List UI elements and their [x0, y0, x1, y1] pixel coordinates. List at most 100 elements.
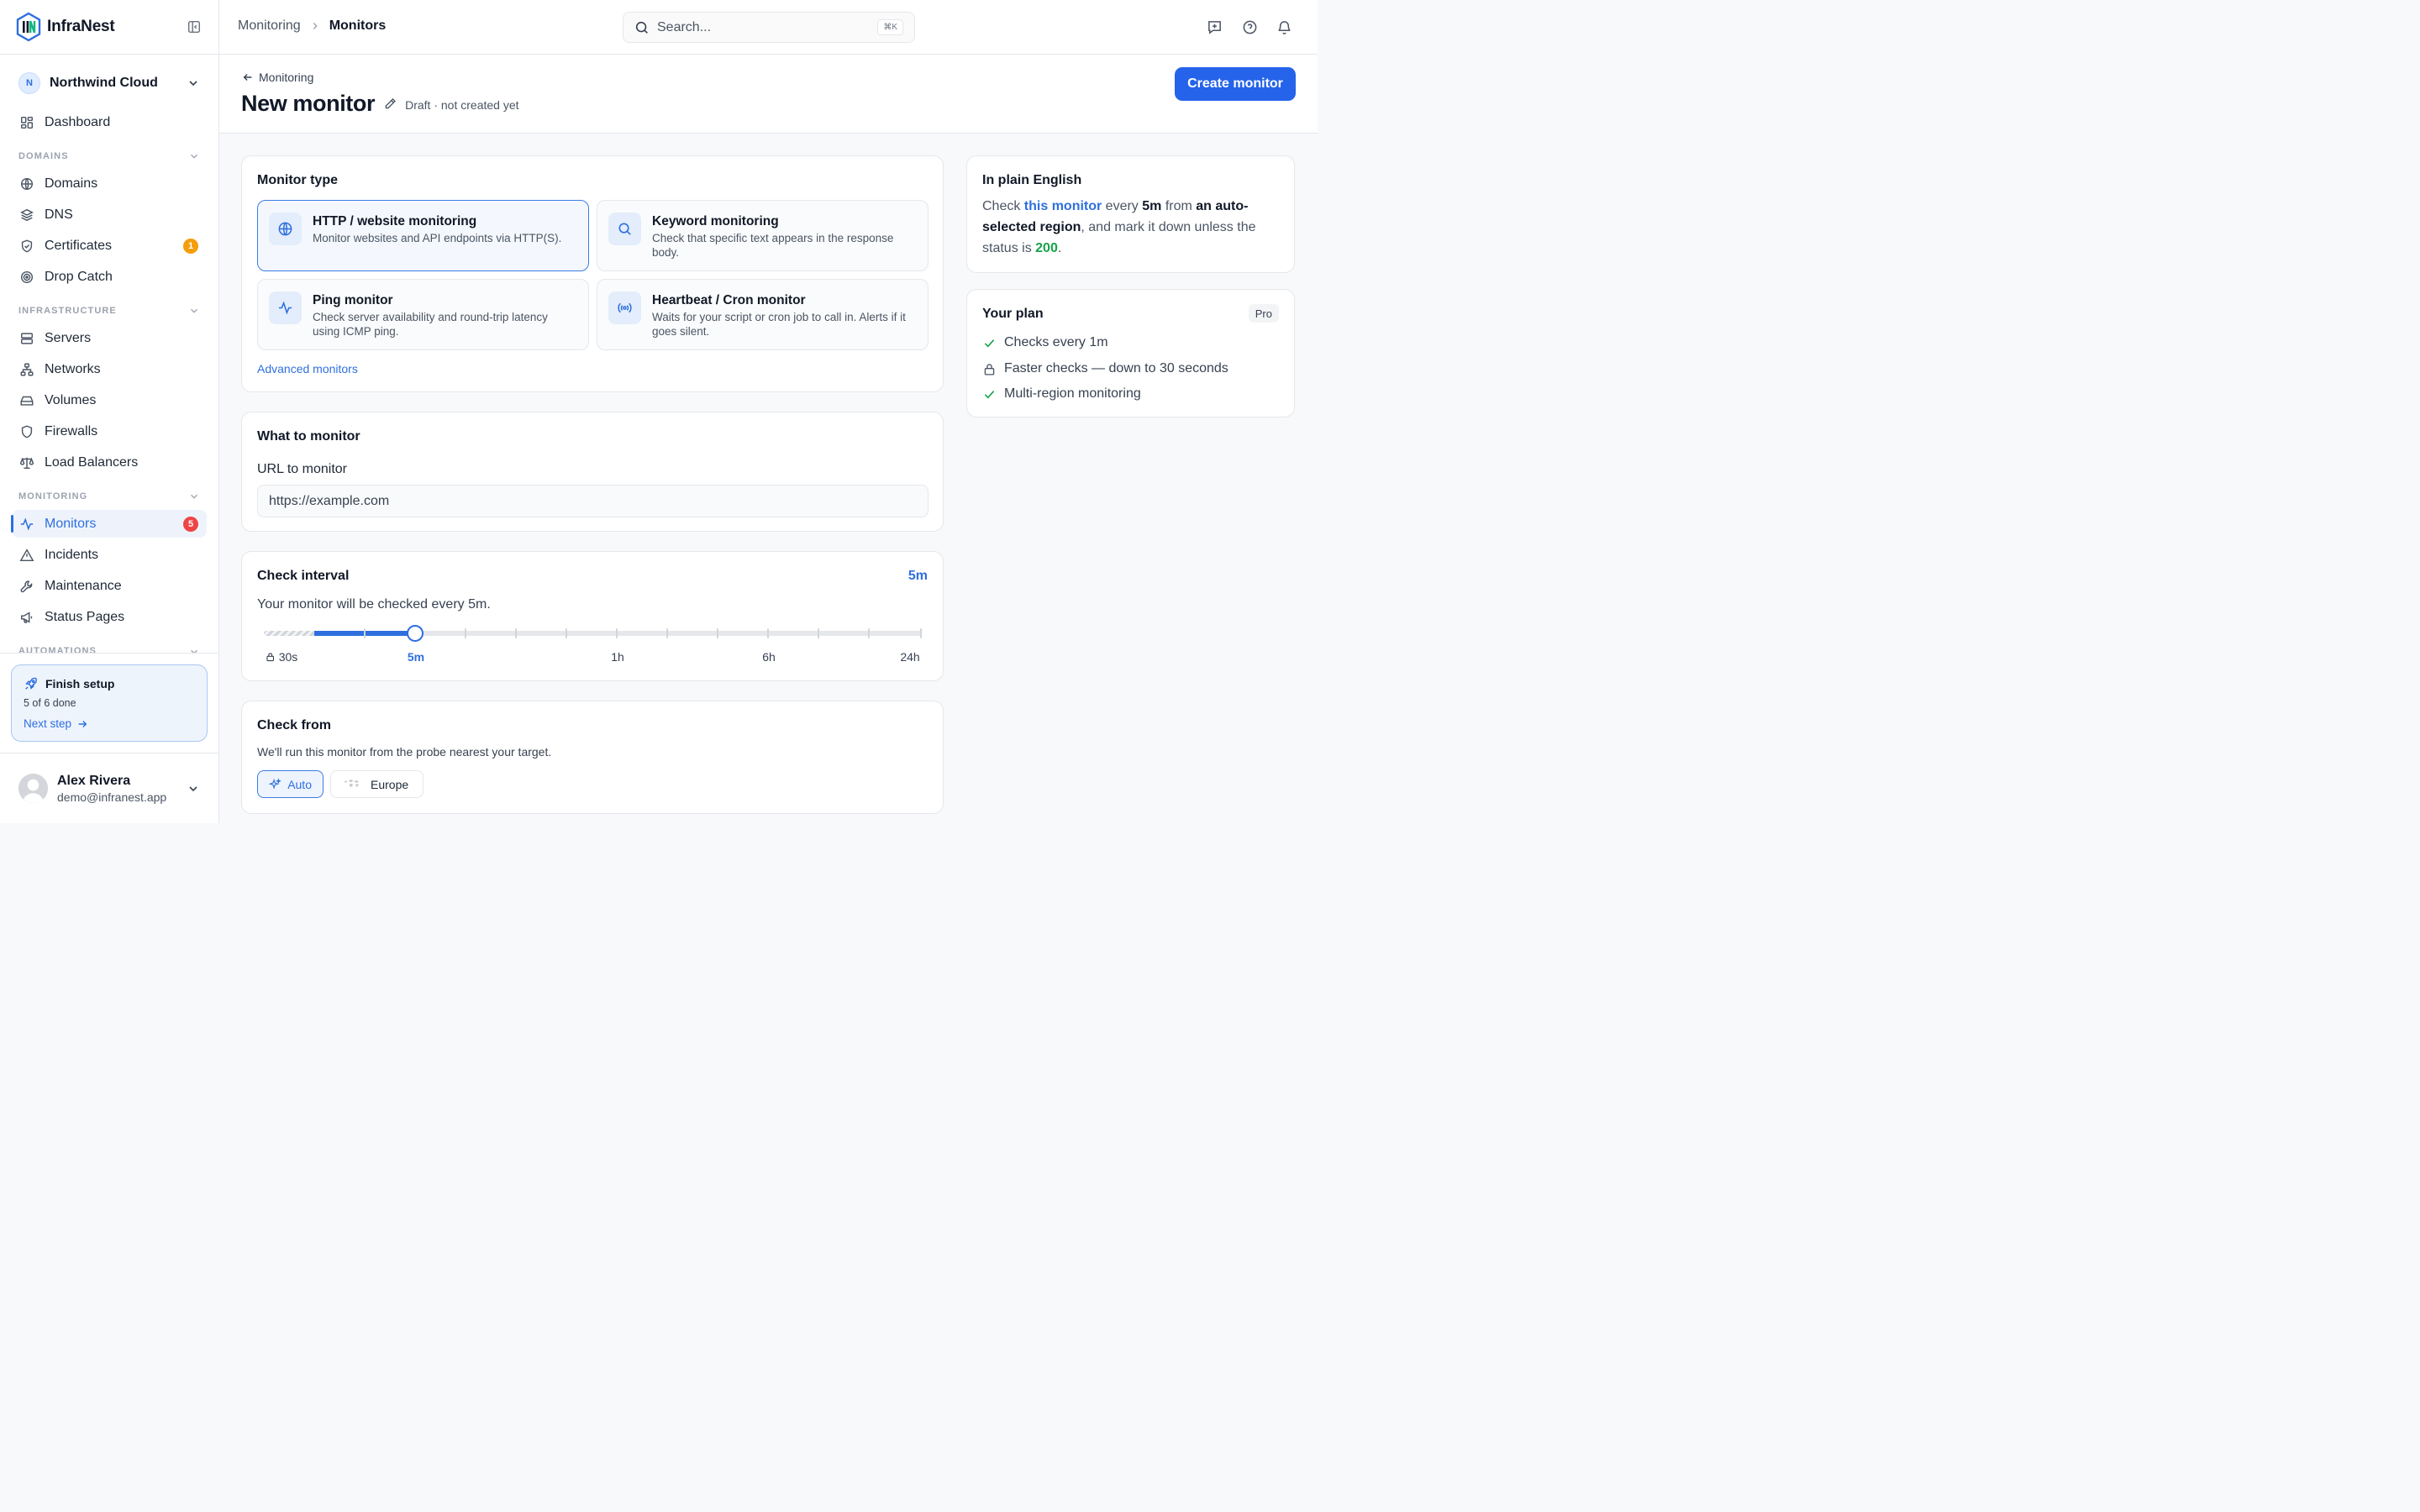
section-label: AUTOMATIONS — [18, 646, 97, 653]
sidebar-item-firewalls[interactable]: Firewalls — [12, 417, 207, 445]
slider-label-text: 30s — [278, 650, 298, 664]
option-title: HTTP / website monitoring — [313, 214, 477, 228]
arrow-left-icon — [243, 74, 252, 81]
section-label: MONITORING — [18, 491, 88, 501]
interval-description: Your monitor will be checked every 5m. — [257, 597, 491, 612]
type-option-ping[interactable]: Ping monitor Check server availability a… — [257, 279, 589, 350]
setup-title: Finish setup — [24, 676, 195, 691]
dashboard-icon — [20, 116, 34, 129]
sidebar-item-label: Status Pages — [45, 609, 125, 624]
org-switcher[interactable]: N Northwind Cloud — [18, 71, 200, 96]
interval-slider[interactable] — [264, 625, 922, 642]
slider-label-6h: 6h — [762, 650, 776, 664]
broadcast-icon — [618, 302, 632, 313]
sidebar-item-incidents[interactable]: Incidents — [12, 541, 207, 569]
sidebar-item-volumes[interactable]: Volumes — [12, 386, 207, 414]
region-option-label: Europe — [371, 777, 409, 791]
section-label: INFRASTRUCTURE — [18, 306, 117, 316]
section-domains[interactable]: DOMAINS — [18, 151, 200, 161]
card-title: What to monitor — [257, 429, 360, 444]
next-step-label: Next step — [24, 717, 72, 730]
back-link[interactable]: Monitoring — [242, 71, 313, 84]
url-label: URL to monitor — [257, 462, 347, 476]
pencil-icon[interactable] — [383, 97, 397, 111]
region-option-auto[interactable]: Auto — [257, 770, 324, 798]
sidebar-item-load-balancers[interactable]: Load Balancers — [12, 449, 207, 476]
slider-label-24h: 24h — [900, 650, 920, 664]
lock-icon — [266, 653, 275, 662]
option-description: Check server availability and round-trip… — [313, 311, 548, 338]
user-menu[interactable]: Alex Rivera demo@infranest.app — [0, 753, 218, 823]
target-icon — [20, 270, 34, 283]
breadcrumb-monitoring[interactable]: Monitoring — [238, 18, 301, 34]
sidebar-item-networks[interactable]: Networks — [12, 355, 207, 383]
help-icon[interactable] — [1242, 19, 1258, 35]
activity-icon — [278, 301, 292, 315]
section-monitoring[interactable]: MONITORING — [18, 491, 200, 501]
sidebar-item-dns[interactable]: DNS — [12, 201, 207, 228]
brand: InfraNest — [0, 0, 218, 55]
sidebar-item-status-pages[interactable]: Status Pages — [12, 603, 207, 631]
sidebar-item-maintenance[interactable]: Maintenance — [12, 572, 207, 600]
global-search[interactable]: ⌘K — [623, 12, 915, 43]
search-input[interactable] — [657, 19, 859, 35]
sidebar-item-drop-catch[interactable]: Drop Catch — [12, 263, 207, 291]
section-infrastructure[interactable]: INFRASTRUCTURE — [18, 306, 200, 316]
region-option-europe[interactable]: Europe — [330, 770, 424, 798]
activity-icon — [20, 517, 34, 531]
sidebar-item-label: Volumes — [45, 392, 97, 407]
feedback-icon[interactable] — [1207, 19, 1223, 35]
check-icon — [984, 339, 995, 348]
collapse-sidebar-icon[interactable] — [187, 19, 202, 34]
slider-tick — [566, 628, 567, 638]
page-header: Monitoring New monitor Draft · not creat… — [219, 55, 1318, 134]
user-avatar-icon — [18, 774, 48, 803]
plan-feature: Checks every 1m — [982, 335, 1108, 350]
breadcrumb: Monitoring Monitors — [238, 18, 386, 34]
slider-tick — [767, 628, 769, 638]
sidebar-item-certificates[interactable]: Certificates 1 — [12, 232, 207, 260]
chevron-down-icon — [191, 494, 197, 499]
plain-english-summary: Check this monitor every 5m from an auto… — [982, 196, 1276, 259]
sidebar-item-label: Servers — [45, 330, 92, 345]
sparkles-icon — [269, 777, 281, 790]
option-title: Heartbeat / Cron monitor — [652, 293, 806, 307]
check-from-description: We'll run this monitor from the probe ne… — [257, 745, 552, 759]
summary-text: every — [1102, 199, 1143, 213]
user-email: demo@infranest.app — [57, 790, 167, 804]
shield-icon — [21, 424, 33, 438]
type-option-http[interactable]: HTTP / website monitoring Monitor websit… — [257, 200, 589, 271]
sidebar-item-label: Load Balancers — [45, 454, 139, 470]
type-option-keyword[interactable]: Keyword monitoring Check that specific t… — [597, 200, 929, 271]
option-title: Ping monitor — [313, 293, 393, 307]
summary-monitor-link[interactable]: this monitor — [1024, 199, 1102, 213]
section-automations[interactable]: AUTOMATIONS — [18, 646, 200, 653]
slider-thumb[interactable] — [407, 625, 424, 642]
next-step-link[interactable]: Next step — [24, 717, 195, 730]
hard-drive-icon — [20, 396, 34, 406]
chevron-down-icon — [191, 308, 197, 313]
brand-name: InfraNest — [47, 18, 115, 35]
infranest-logo-icon[interactable] — [15, 12, 42, 42]
sidebar-item-dashboard[interactable]: Dashboard — [12, 108, 207, 136]
plan-badge: Pro — [1248, 304, 1279, 323]
alert-triangle-icon — [19, 548, 34, 561]
arrow-right-icon — [78, 720, 87, 727]
advanced-monitors-link[interactable]: Advanced monitors — [257, 362, 358, 375]
url-field[interactable] — [257, 485, 929, 517]
sidebar-item-label: Maintenance — [45, 578, 122, 593]
sidebar-item-domains[interactable]: Domains — [12, 170, 207, 197]
globe-icon — [20, 177, 34, 190]
type-option-heartbeat[interactable]: Heartbeat / Cron monitor Waits for your … — [597, 279, 929, 350]
sidebar-item-label: Domains — [45, 176, 98, 191]
card-title: Check interval — [257, 569, 350, 583]
sidebar-item-servers[interactable]: Servers — [12, 324, 207, 352]
slider-tick — [465, 628, 466, 638]
bell-icon[interactable] — [1276, 19, 1292, 35]
sidebar-item-monitors[interactable]: Monitors 5 — [11, 510, 207, 538]
chevron-down-icon — [191, 154, 197, 159]
what-to-monitor-card: What to monitor URL to monitor — [241, 412, 944, 532]
create-monitor-button[interactable]: Create monitor — [1175, 67, 1296, 101]
slider-tick — [364, 628, 366, 638]
globe-icon — [278, 222, 292, 236]
